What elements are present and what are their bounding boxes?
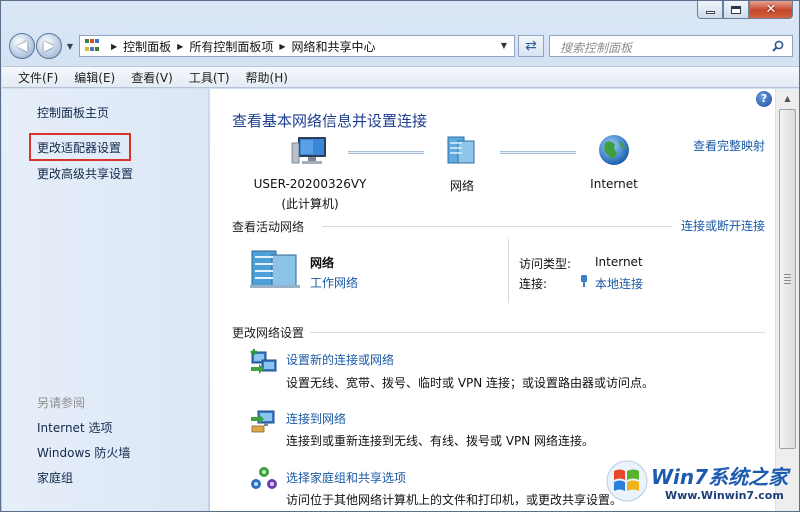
minimize-icon <box>705 11 715 14</box>
grip-line <box>784 277 791 278</box>
explorer-window: ✕ ◀ ▶ ▼ ▶ 控制面板 ▶ 所有控制面板项 ▶ 网络和共享中心 ▼ ⇄ 搜… <box>0 0 800 512</box>
section-divider <box>310 332 765 333</box>
internet-node-label: Internet <box>590 177 638 191</box>
connect-to-network-desc: 连接到或重新连接到无线、有线、拨号或 VPN 网络连接。 <box>286 434 595 448</box>
change-advanced-sharing-link[interactable]: 更改高级共享设置 <box>37 165 133 182</box>
address-dropdown-icon[interactable]: ▼ <box>496 38 512 54</box>
search-input[interactable]: 搜索控制面板 <box>560 39 632 56</box>
maximize-icon <box>731 5 741 14</box>
watermark-title: Win7系统之家 <box>651 465 789 489</box>
refresh-button[interactable]: ⇄ <box>518 35 544 57</box>
homegroup-sharing-icon <box>251 467 277 489</box>
connection-label: 连接: <box>519 277 548 291</box>
menu-edit[interactable]: 编辑(E) <box>74 69 115 86</box>
connect-disconnect-link[interactable]: 连接或断开连接 <box>681 217 765 234</box>
network-building-icon <box>250 250 300 288</box>
active-networks-heading: 查看活动网络 <box>232 220 305 234</box>
scroll-thumb[interactable] <box>779 109 796 449</box>
windows-logo-icon <box>606 460 648 502</box>
close-icon: ✕ <box>765 2 777 17</box>
local-connection-link[interactable]: 本地连接 <box>595 275 643 292</box>
computer-icon[interactable] <box>290 133 330 169</box>
address-bar[interactable]: ▶ 控制面板 ▶ 所有控制面板项 ▶ 网络和共享中心 ▼ <box>79 35 515 57</box>
computer-name: USER-20200326VY <box>253 177 367 191</box>
help-icon[interactable]: ? <box>756 91 772 107</box>
arrow-left-icon: ◀ <box>16 38 28 54</box>
vertical-divider <box>508 239 509 303</box>
network-icon[interactable] <box>444 135 478 167</box>
breadcrumb-control-panel[interactable]: 控制面板 <box>123 38 171 55</box>
setup-new-connection-desc: 设置无线、宽带、拨号、临时或 VPN 连接；或设置路由器或访问点。 <box>286 376 655 390</box>
internet-options-link[interactable]: Internet 选项 <box>37 419 112 436</box>
left-pane: 控制面板主页 更改适配器设置 更改高级共享设置 另请参阅 Internet 选项… <box>2 89 209 511</box>
section-divider <box>322 226 672 227</box>
control-panel-icon <box>85 39 101 53</box>
control-panel-home-link[interactable]: 控制面板主页 <box>37 104 109 121</box>
homegroup-sharing-link[interactable]: 选择家庭组和共享选项 <box>286 469 406 486</box>
main-content: ? 查看基本网络信息并设置连接 查看完整映射 USER-20200326VY (… <box>210 89 775 511</box>
see-also-heading: 另请参阅 <box>37 396 86 410</box>
grip-line <box>784 283 791 284</box>
breadcrumb-network-center[interactable]: 网络和共享中心 <box>292 38 376 55</box>
map-node-computer: USER-20200326VY (此计算机) <box>250 177 370 212</box>
grip-line <box>784 274 791 275</box>
connect-to-network-icon <box>251 410 275 433</box>
windows-firewall-link[interactable]: Windows 防火墙 <box>37 444 130 461</box>
navigation-buttons: ◀ ▶ ▼ <box>9 33 76 59</box>
menu-tools[interactable]: 工具(T) <box>189 69 230 86</box>
minimize-button[interactable] <box>697 1 723 19</box>
page-title: 查看基本网络信息并设置连接 <box>232 112 428 130</box>
watermark: Win7系统之家 Www.Winwin7.com <box>603 453 799 509</box>
map-node-network: 网络 <box>432 177 492 194</box>
menu-bar: 文件(F) 编辑(E) 查看(V) 工具(T) 帮助(H) <box>2 66 799 88</box>
vertical-scrollbar[interactable]: ▲ <box>775 89 799 511</box>
menu-help[interactable]: 帮助(H) <box>246 69 288 86</box>
forward-button[interactable]: ▶ <box>36 33 62 59</box>
caption-buttons: ✕ <box>697 1 793 19</box>
access-type-value: Internet <box>595 255 643 269</box>
connect-to-network-link[interactable]: 连接到网络 <box>286 410 346 427</box>
refresh-icon: ⇄ <box>525 38 537 54</box>
active-network-name: 网络 <box>310 256 335 270</box>
computer-sub-label: (此计算机) <box>281 197 339 211</box>
back-button[interactable]: ◀ <box>9 33 35 59</box>
maximize-button[interactable] <box>723 1 749 19</box>
see-full-map-link[interactable]: 查看完整映射 <box>693 137 765 154</box>
menu-view[interactable]: 查看(V) <box>131 69 173 86</box>
new-connection-icon <box>250 349 277 374</box>
menu-file[interactable]: 文件(F) <box>18 69 58 86</box>
ethernet-plug-icon <box>581 275 587 287</box>
search-icon[interactable] <box>772 40 784 52</box>
map-link-line <box>500 151 576 154</box>
chevron-right-icon[interactable]: ▶ <box>177 42 183 51</box>
breadcrumb-all-items[interactable]: 所有控制面板项 <box>189 38 273 55</box>
watermark-url: Www.Winwin7.com <box>665 489 784 502</box>
grip-line <box>784 280 791 281</box>
network-node-label: 网络 <box>449 179 474 193</box>
map-link-line <box>348 151 424 154</box>
search-box[interactable]: 搜索控制面板 <box>549 35 793 57</box>
setup-new-connection-link[interactable]: 设置新的连接或网络 <box>286 351 394 368</box>
recent-pages-dropdown[interactable]: ▼ <box>64 42 76 51</box>
internet-globe-icon[interactable] <box>597 133 631 167</box>
scroll-up-arrow-icon[interactable]: ▲ <box>776 90 799 107</box>
access-type-label: 访问类型: <box>519 257 572 271</box>
homegroup-link[interactable]: 家庭组 <box>37 469 73 486</box>
change-adapter-settings-link[interactable]: 更改适配器设置 <box>37 139 121 156</box>
homegroup-sharing-desc: 访问位于其他网络计算机上的文件和打印机，或更改共享设置。 <box>286 493 623 507</box>
chevron-right-icon[interactable]: ▶ <box>111 42 117 51</box>
change-settings-heading: 更改网络设置 <box>232 326 305 340</box>
close-button[interactable]: ✕ <box>749 1 793 19</box>
network-type-link[interactable]: 工作网络 <box>310 274 358 291</box>
chevron-right-icon[interactable]: ▶ <box>279 42 285 51</box>
map-node-internet: Internet <box>574 177 654 191</box>
arrow-right-icon: ▶ <box>43 38 55 54</box>
